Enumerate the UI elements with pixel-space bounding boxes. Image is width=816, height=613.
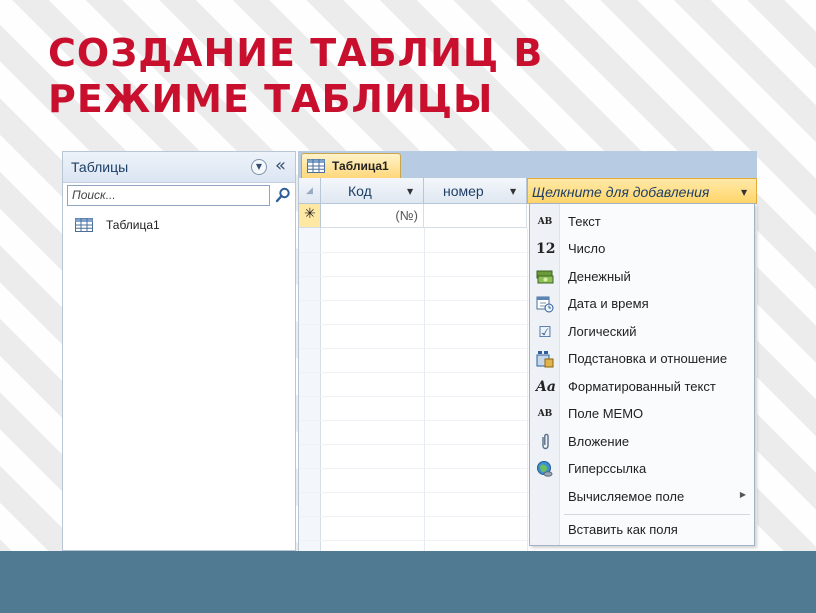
boolean-type-icon: ☑	[538, 323, 552, 341]
search-icon[interactable]	[275, 187, 291, 203]
grid-line	[299, 492, 529, 493]
datetime-type-icon	[536, 296, 554, 313]
slide-title-line-1: СОЗДАНИЕ ТАБЛИЦ В	[48, 31, 544, 75]
grid-line	[299, 396, 529, 397]
menu-item-hyperlink[interactable]: Гиперссылка	[530, 456, 754, 482]
column-header-label: Щелкните для добавления	[532, 184, 710, 200]
column-header-label: номер	[443, 183, 484, 199]
slide-title-line-2: РЕЖИМЕ ТАБЛИЦЫ	[48, 77, 494, 121]
menu-item-currency[interactable]: Денежный	[530, 264, 754, 290]
nav-pane-dropdown-icon[interactable]: ▼	[251, 159, 267, 175]
grid-line	[299, 300, 529, 301]
menu-item-label: Текст	[568, 214, 601, 229]
footer-bar	[0, 551, 816, 613]
grid-line	[299, 444, 529, 445]
cell-id[interactable]: (№)	[321, 204, 424, 228]
chevron-down-icon[interactable]: ▼	[741, 188, 747, 197]
grid-line	[299, 348, 529, 349]
menu-item-number[interactable]: 12 Число	[530, 236, 754, 262]
grid-line	[299, 516, 529, 517]
currency-type-icon	[536, 270, 554, 284]
nav-pane-header: Таблицы ▼ «	[63, 152, 295, 183]
menu-item-attachment[interactable]: Вложение	[530, 429, 754, 455]
number-type-icon: 12	[536, 241, 556, 257]
column-header-id[interactable]: Код ▼	[321, 178, 424, 204]
column-header-number[interactable]: номер ▼	[424, 178, 527, 204]
grid-line	[299, 252, 529, 253]
rich-text-type-icon: Aa	[536, 379, 556, 395]
menu-item-label: Денежный	[568, 269, 631, 284]
menu-item-label: Число	[568, 241, 606, 256]
grid-line	[299, 540, 529, 541]
new-record-icon: ✳	[304, 206, 316, 222]
column-header-label: Код	[348, 183, 372, 199]
menu-item-label: Дата и время	[568, 296, 649, 311]
grid-line	[299, 276, 529, 277]
tab-label: Таблица1	[332, 159, 389, 173]
menu-item-calculated-field[interactable]: Вычисляемое поле ▶	[530, 484, 754, 510]
menu-item-memo[interactable]: AB Поле MEMO	[530, 401, 754, 427]
nav-item-label: Таблица1	[106, 218, 160, 232]
corner-triangle-icon: ◢	[306, 186, 313, 196]
nav-item-table1[interactable]: Таблица1	[75, 218, 275, 238]
menu-item-paste-as-fields[interactable]: Вставить как поля	[530, 517, 754, 543]
nav-pane-title[interactable]: Таблицы	[71, 159, 128, 175]
menu-item-label: Гиперссылка	[568, 461, 647, 476]
table-icon	[75, 218, 93, 232]
select-all-corner[interactable]: ◢	[299, 178, 321, 204]
menu-item-label: Поле MEMO	[568, 406, 644, 421]
autonumber-placeholder: (№)	[395, 208, 418, 223]
menu-item-label: Вычисляемое поле	[568, 489, 685, 504]
table-icon	[307, 159, 325, 173]
grid-line	[299, 372, 529, 373]
menu-item-label: Вложение	[568, 434, 630, 449]
nav-search: Поиск...	[67, 185, 291, 207]
text-type-icon: AB	[537, 217, 553, 227]
menu-item-label: Логический	[568, 324, 637, 339]
grid-line	[299, 324, 529, 325]
chevron-down-icon[interactable]: ▼	[510, 187, 516, 196]
menu-item-label: Подстановка и отношение	[568, 351, 728, 366]
hyperlink-type-icon	[537, 461, 553, 477]
search-input[interactable]: Поиск...	[67, 185, 270, 206]
document-tab-strip: Таблица1	[299, 151, 757, 178]
field-type-menu: AB Текст 12 Число Денежный Дата и время …	[529, 203, 755, 546]
menu-item-label: Форматированный текст	[568, 379, 716, 394]
menu-item-text[interactable]: AB Текст	[530, 209, 754, 235]
chevron-down-icon[interactable]: ▼	[407, 187, 413, 196]
row-selector[interactable]: ✳	[299, 204, 321, 228]
navigation-pane: Таблицы ▼ « Поиск... Таблица1	[62, 151, 296, 551]
menu-separator	[564, 514, 750, 515]
menu-item-label: Вставить как поля	[568, 522, 678, 537]
menu-item-rich-text[interactable]: Aa Форматированный текст	[530, 374, 754, 400]
column-header-add-field[interactable]: Щелкните для добавления ▼	[527, 178, 757, 204]
slide-title: СОЗДАНИЕ ТАБЛИЦ В РЕЖИМЕ ТАБЛИЦЫ	[48, 30, 788, 122]
grid-line	[299, 420, 529, 421]
lookup-type-icon	[536, 351, 554, 368]
menu-item-datetime[interactable]: Дата и время	[530, 291, 754, 317]
menu-item-lookup[interactable]: Подстановка и отношение	[530, 346, 754, 372]
memo-type-icon: AB	[537, 409, 553, 419]
menu-item-boolean[interactable]: ☑ Логический	[530, 319, 754, 345]
submenu-arrow-icon: ▶	[739, 490, 746, 499]
grid-line	[299, 468, 529, 469]
attachment-type-icon	[542, 433, 549, 450]
cell-number[interactable]	[424, 204, 527, 228]
collapse-pane-icon[interactable]: «	[275, 155, 286, 176]
tab-table1[interactable]: Таблица1	[301, 153, 401, 178]
